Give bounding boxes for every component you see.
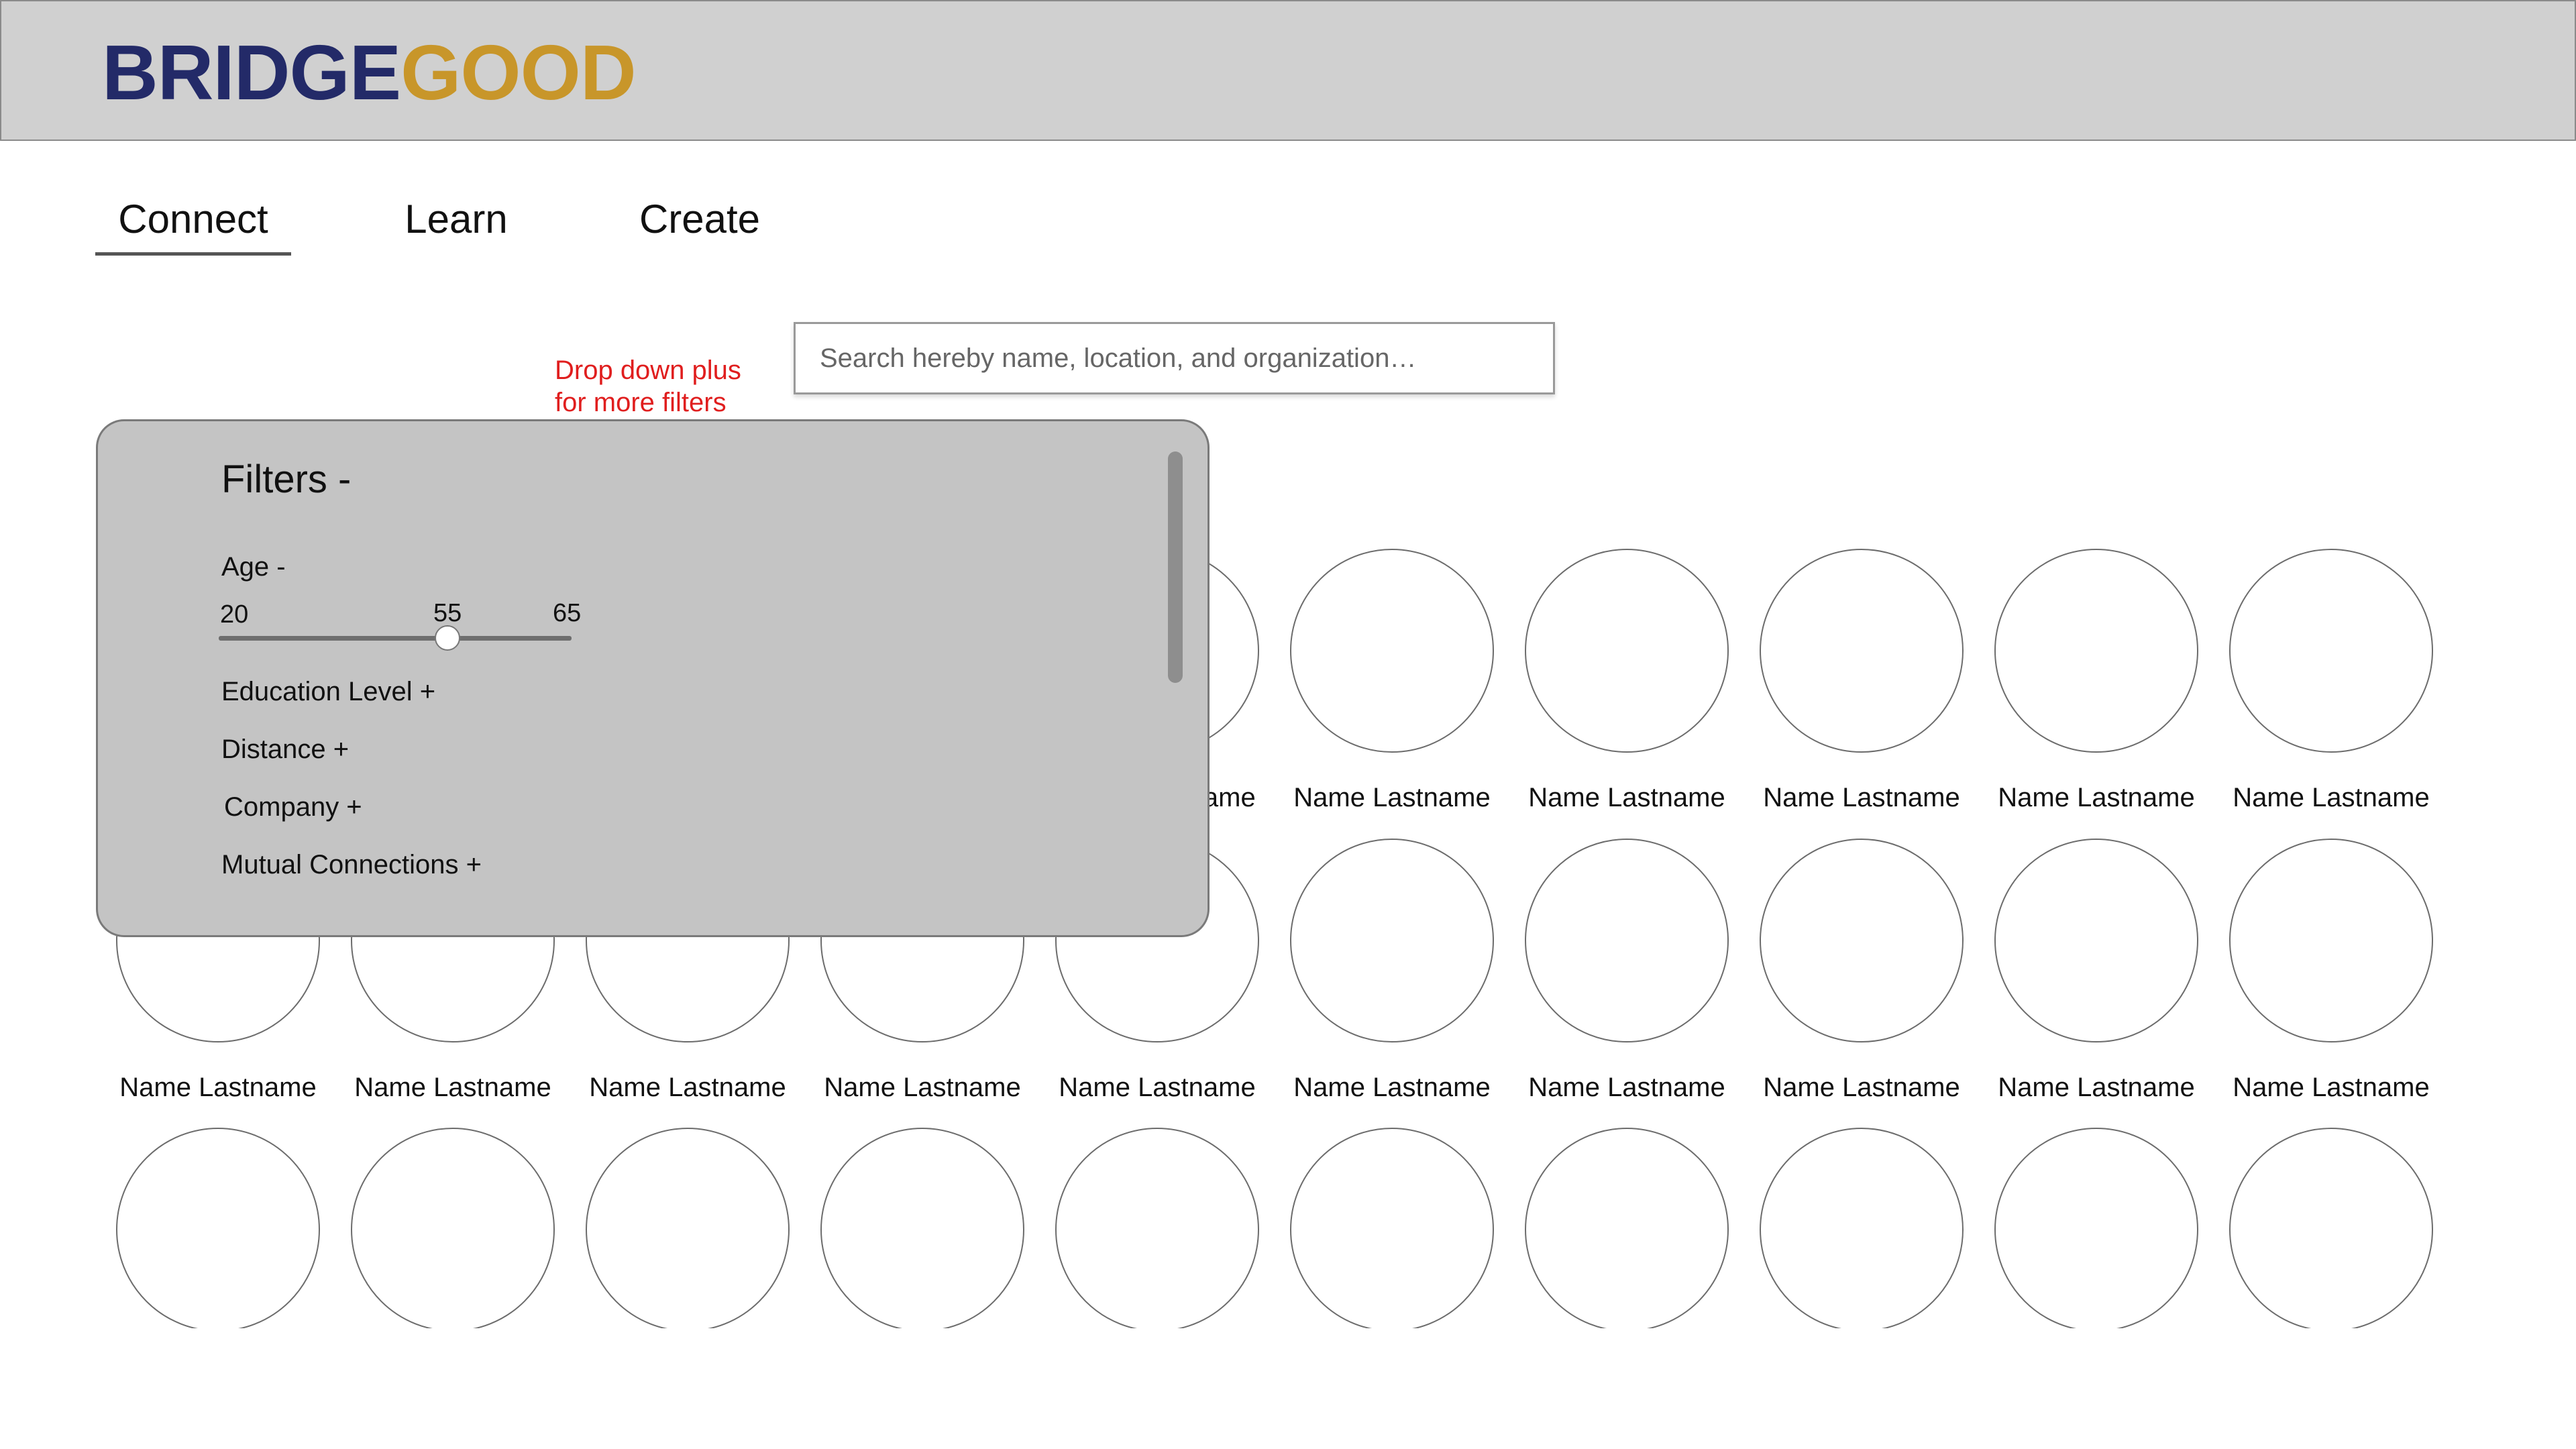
person-avatar[interactable] [1290,1128,1494,1332]
search-input[interactable] [794,322,1555,394]
filters-panel: Filters - Age - 20 55 65 Education Level… [96,419,1210,937]
person-avatar[interactable] [116,1128,320,1332]
person-avatar[interactable] [1994,549,2198,753]
person-name[interactable]: Name Lastname [1741,1071,1982,1104]
education-level-filter-toggle[interactable]: Education Level + [221,676,435,708]
person-name[interactable]: Name Lastname [1741,782,1982,814]
person-avatar[interactable] [1994,1128,2198,1332]
person-name[interactable]: Name Lastname [1036,1071,1278,1104]
person-name[interactable]: Name Lastname [1271,1071,1513,1104]
tab-learn[interactable]: Learn [402,196,510,243]
age-max-label: 65 [553,599,582,627]
mutual-connections-filter-toggle[interactable]: Mutual Connections + [221,849,482,881]
person-avatar[interactable] [1760,549,1964,753]
person-avatar[interactable] [2229,1128,2433,1332]
person-avatar[interactable] [1525,839,1729,1042]
person-avatar[interactable] [1994,839,2198,1042]
person-name[interactable]: Name Lastname [1976,1071,2217,1104]
app-header: BRIDGEGOOD [0,0,2576,141]
logo-text-bridge: BRIDGE [102,29,401,116]
person-avatar[interactable] [1760,1128,1964,1332]
person-name[interactable]: Name Lastname [2210,782,2452,814]
person-avatar[interactable] [1525,549,1729,753]
bridgegood-logo[interactable]: BRIDGEGOOD [102,29,637,116]
person-name[interactable]: Name Lastname [2210,1071,2452,1104]
person-name[interactable]: Name Lastname [802,1071,1043,1104]
annotation-line-1: Drop down plus [555,356,741,385]
person-avatar[interactable] [1055,1128,1259,1332]
age-slider-thumb[interactable] [435,625,460,651]
person-avatar[interactable] [2229,839,2433,1042]
design-annotation: Drop down plus for more filters [555,354,741,419]
age-filter-toggle[interactable]: Age - [221,551,286,583]
person-avatar[interactable] [1290,549,1494,753]
person-avatar[interactable] [1760,839,1964,1042]
grid-clip [0,1328,2576,1449]
logo-text-good: GOOD [400,29,636,116]
person-avatar[interactable] [1525,1128,1729,1332]
person-avatar[interactable] [2229,549,2433,753]
person-name[interactable]: Name Lastname [97,1071,339,1104]
person-avatar[interactable] [351,1128,555,1332]
age-slider-track[interactable] [219,636,572,641]
distance-filter-toggle[interactable]: Distance + [221,733,349,765]
person-avatar[interactable] [1290,839,1494,1042]
person-name[interactable]: Name Lastname [1506,1071,1748,1104]
person-name[interactable]: Name Lastname [567,1071,808,1104]
filters-title-toggle[interactable]: Filters - [221,456,351,503]
person-name[interactable]: Name Lastname [1506,782,1748,814]
annotation-line-2: for more filters [555,388,727,417]
tab-create[interactable]: Create [637,196,762,243]
company-filter-toggle[interactable]: Company + [224,791,362,823]
person-name[interactable]: Name Lastname [1976,782,2217,814]
filters-scrollbar[interactable] [1168,451,1183,683]
person-name[interactable]: Name Lastname [1271,782,1513,814]
age-min-label: 20 [220,600,249,629]
age-current-label: 55 [433,599,462,627]
tab-connect[interactable]: Connect [95,196,291,256]
person-avatar[interactable] [820,1128,1024,1332]
person-name[interactable]: Name Lastname [332,1071,574,1104]
person-avatar[interactable] [586,1128,790,1332]
